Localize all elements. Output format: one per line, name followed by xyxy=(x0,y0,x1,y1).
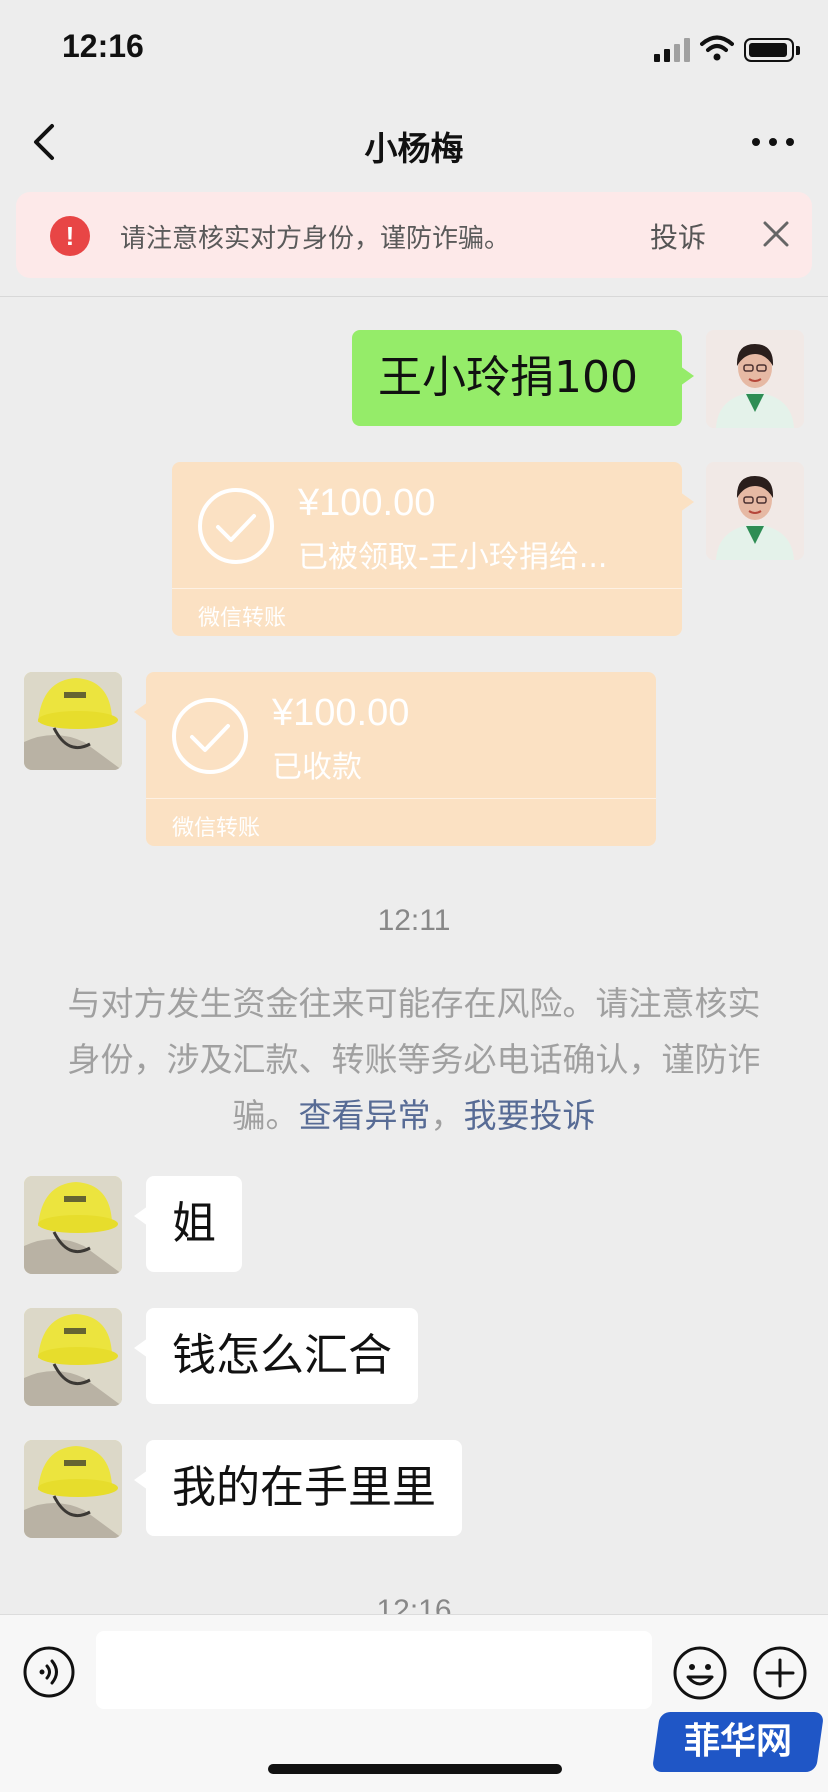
exclamation-icon: ! xyxy=(50,216,90,256)
battery-icon xyxy=(744,38,800,62)
check-circle-icon xyxy=(172,698,248,774)
message-text: 我的在手里里 xyxy=(172,1462,436,1513)
transfer-card-received[interactable]: ¥100.00 已收款 微信转账 xyxy=(134,672,656,846)
transfer-status: 已被领取-王小玲捐给... xyxy=(298,540,608,575)
notice-separator: ， xyxy=(430,1096,464,1135)
close-icon[interactable] xyxy=(756,214,796,254)
check-circle-icon xyxy=(198,488,274,564)
message-text: 王小玲捐100 xyxy=(378,352,638,403)
home-indicator xyxy=(268,1764,562,1774)
fraud-warning-banner: ! 请注意核实对方身份，谨防诈骗。 投诉 xyxy=(16,192,812,278)
view-abnormal-link[interactable]: 查看异常 xyxy=(299,1096,431,1135)
message-text: 钱怎么汇合 xyxy=(172,1330,392,1381)
divider xyxy=(0,296,828,297)
transfer-label: 微信转账 xyxy=(198,606,287,631)
chat-header: 小杨梅 xyxy=(0,100,828,188)
card-divider xyxy=(172,588,682,589)
message-bubble-self[interactable]: 王小玲捐100 xyxy=(352,330,694,426)
card-divider xyxy=(146,798,656,799)
message-bubble-peer[interactable]: 我的在手里里 xyxy=(134,1440,462,1536)
message-bubble-peer[interactable]: 姐 xyxy=(134,1176,242,1272)
signal-icon xyxy=(654,38,690,62)
status-bar: 12:16 xyxy=(0,0,828,100)
watermark-logo: 菲华网 xyxy=(651,1712,825,1772)
avatar-peer[interactable] xyxy=(24,1176,122,1274)
warning-text: 请注意核实对方身份，谨防诈骗。 xyxy=(120,224,511,254)
message-input[interactable] xyxy=(96,1631,652,1709)
chat-title: 小杨梅 xyxy=(364,129,464,168)
more-dots-icon[interactable] xyxy=(748,118,798,166)
plus-icon[interactable] xyxy=(752,1645,808,1701)
timestamp: 12:11 xyxy=(377,904,451,937)
avatar-self[interactable] xyxy=(706,330,804,428)
wifi-icon xyxy=(700,35,734,61)
report-link[interactable]: 我要投诉 xyxy=(464,1096,596,1135)
transfer-label: 微信转账 xyxy=(172,816,261,841)
avatar-peer[interactable] xyxy=(24,1440,122,1538)
transfer-amount: ¥100.00 xyxy=(272,692,410,734)
avatar-peer[interactable] xyxy=(24,672,122,770)
avatar-self[interactable] xyxy=(706,462,804,560)
status-time: 12:16 xyxy=(62,28,144,64)
transfer-status: 已收款 xyxy=(272,750,362,785)
message-text: 姐 xyxy=(172,1198,216,1249)
voice-icon[interactable] xyxy=(22,1645,76,1699)
message-bubble-peer[interactable]: 钱怎么汇合 xyxy=(134,1308,418,1404)
transfer-amount: ¥100.00 xyxy=(298,482,436,524)
system-notice: 与对方发生资金往来可能存在风险。请注意核实身份，涉及汇款、转账等务必电话确认，谨… xyxy=(60,976,768,1144)
emoji-icon[interactable] xyxy=(672,1645,728,1701)
report-link[interactable]: 投诉 xyxy=(650,216,706,256)
avatar-peer[interactable] xyxy=(24,1308,122,1406)
transfer-card-sent[interactable]: ¥100.00 已被领取-王小玲捐给... 微信转账 xyxy=(172,462,694,636)
